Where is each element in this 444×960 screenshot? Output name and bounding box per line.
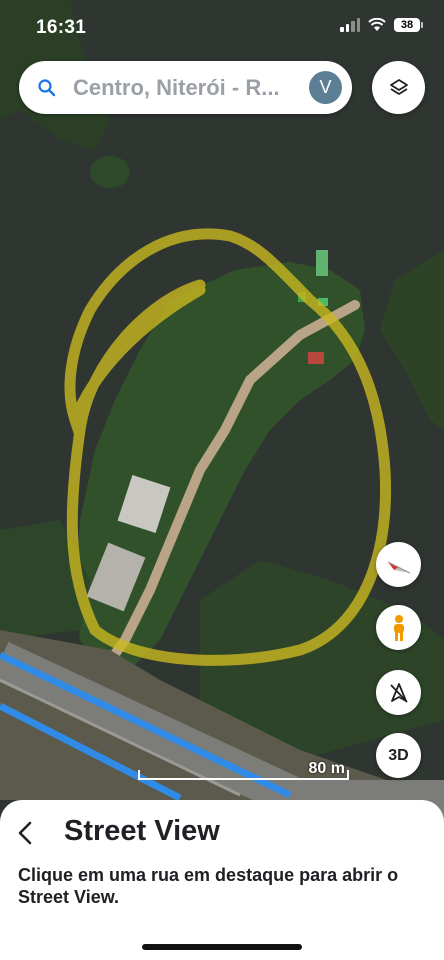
search-bar[interactable]: Centro, Niterói - R... V	[19, 61, 352, 114]
layers-icon	[389, 78, 408, 95]
navigation-icon	[389, 682, 408, 703]
account-avatar[interactable]: V	[309, 71, 342, 104]
compass-icon	[387, 561, 410, 573]
red-roof	[308, 352, 324, 364]
search-icon[interactable]	[37, 78, 57, 98]
green-structure	[316, 250, 328, 276]
scale-bar: 80 m	[138, 760, 351, 780]
status-icons: 38	[340, 18, 423, 32]
wifi-icon	[368, 18, 386, 31]
status-bar: 16:31 38	[0, 0, 444, 56]
home-indicator[interactable]	[142, 944, 302, 950]
scale-label: 80 m	[308, 760, 345, 777]
sheet-description: Clique em uma rua em destaque para abrir…	[18, 865, 399, 907]
3d-button[interactable]: 3D	[376, 733, 421, 778]
status-time: 16:31	[36, 17, 87, 38]
navigation-button[interactable]	[376, 670, 421, 715]
search-query[interactable]: Centro, Niterói - R...	[73, 75, 295, 101]
pegman-button[interactable]	[376, 605, 421, 650]
compass-button[interactable]	[376, 542, 421, 587]
back-arrow-icon[interactable]	[14, 818, 38, 848]
sheet-title: Street View	[64, 815, 220, 847]
layers-button[interactable]	[372, 61, 425, 114]
pegman-icon	[393, 614, 404, 641]
signal-icon	[340, 18, 360, 32]
small-shrub	[90, 156, 130, 188]
battery-indicator: 38	[394, 18, 423, 32]
